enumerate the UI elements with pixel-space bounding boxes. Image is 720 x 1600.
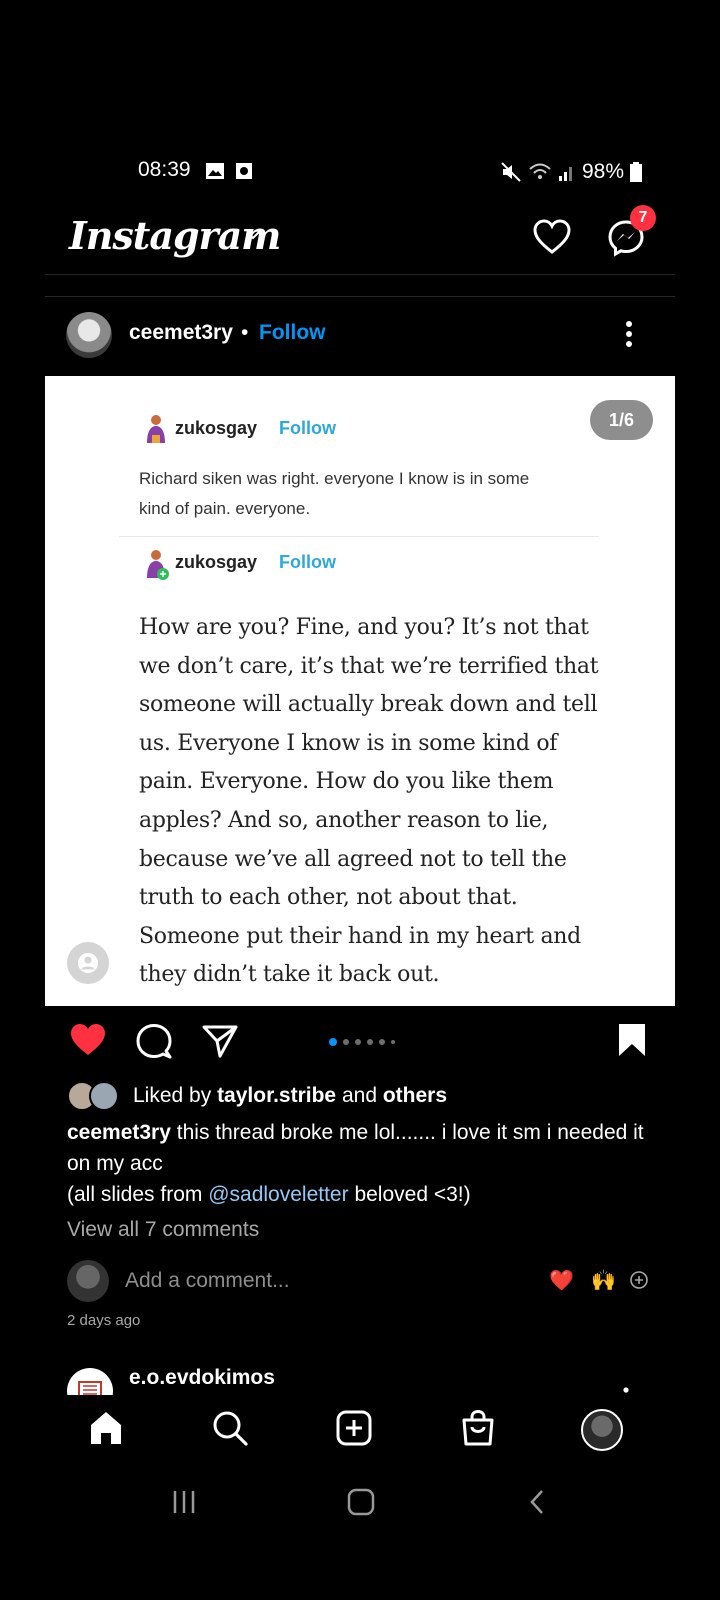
signal-icon [558, 167, 572, 181]
avatar [67, 1260, 109, 1302]
share-icon[interactable] [201, 1022, 239, 1060]
caption-mention[interactable]: @sadloveletter [208, 1183, 348, 1206]
gallery-icon [206, 163, 224, 179]
add-emoji-icon[interactable] [629, 1270, 649, 1290]
post-header: ceemet3ry • Follow [45, 296, 675, 371]
add-comment-input[interactable]: Add a comment... [125, 1269, 290, 1293]
carousel-dots [329, 1038, 395, 1046]
likes-row[interactable]: Liked by taylor.stribe and others [67, 1080, 447, 1112]
follow-button[interactable]: Follow [259, 321, 326, 345]
app-header: Instagram 7 [45, 205, 675, 275]
quote-text: How are you? Fine, and you? It’s not tha… [139, 615, 599, 988]
likes-prefix: Liked by [133, 1084, 212, 1107]
chevron-down-icon[interactable] [245, 229, 261, 241]
post-timestamp: 2 days ago [67, 1312, 141, 1329]
battery-icon [630, 162, 642, 182]
divider [119, 536, 599, 537]
caption-text-line2-suffix: beloved <3!) [354, 1183, 471, 1206]
home-icon[interactable] [87, 1409, 125, 1447]
back-icon[interactable] [526, 1487, 548, 1517]
recent-apps-icon[interactable] [170, 1487, 198, 1517]
tumblr-avatar-icon [147, 415, 165, 443]
carousel-dot [379, 1039, 385, 1045]
like-filled-icon[interactable] [69, 1022, 107, 1058]
avatar [89, 1081, 119, 1111]
tumblr-follow-label: Follow [279, 418, 336, 438]
action-bar [45, 1006, 675, 1076]
create-post-icon[interactable] [335, 1409, 373, 1447]
wifi-icon [529, 163, 551, 179]
likes-conjunction: and [341, 1084, 378, 1107]
tumblr-username: zukosgay [175, 418, 258, 438]
more-options-icon[interactable] [621, 319, 637, 349]
liker-avatars [67, 1081, 123, 1111]
search-icon[interactable] [211, 1409, 249, 1447]
status-time: 08:39 [138, 158, 191, 181]
avatar[interactable] [66, 312, 112, 358]
system-nav-bar [0, 1475, 720, 1535]
messages-badge: 7 [630, 205, 656, 231]
status-bar: 08:39 98% [0, 158, 720, 188]
bookmark-filled-icon[interactable] [617, 1022, 647, 1058]
user-icon [78, 953, 98, 973]
status-right: 98% [500, 160, 642, 184]
post-image[interactable]: 1/6 zukosgay Follow Richard siken was ri… [45, 376, 675, 1006]
likes-others[interactable]: others [383, 1084, 447, 1108]
tumblr-avatar-reblog-icon [147, 550, 169, 580]
view-all-comments-link[interactable]: View all 7 comments [67, 1218, 259, 1242]
caption-text-line2-prefix: (all slides from [67, 1183, 203, 1206]
next-post-username[interactable]: e.o.evdokimos [129, 1366, 275, 1390]
bottom-nav [45, 1395, 675, 1465]
add-comment-row: Add a comment... ❤️ 🙌 [67, 1258, 667, 1304]
heart-icon[interactable] [533, 219, 571, 255]
separator-dot: • [241, 321, 249, 344]
notification-icons [205, 162, 253, 180]
tumblr-post-text: Richard siken was right. everyone I know… [139, 469, 530, 518]
carousel-dot [355, 1039, 361, 1045]
slide-counter: 1/6 [590, 400, 653, 440]
mute-icon [501, 162, 521, 182]
caption-username[interactable]: ceemet3ry [67, 1121, 171, 1144]
screenshot-icon [236, 163, 252, 179]
carousel-dot [367, 1039, 373, 1045]
carousel-dot-active [329, 1038, 337, 1046]
carousel-dot [343, 1039, 349, 1045]
comment-icon[interactable] [135, 1022, 173, 1060]
liker-username[interactable]: taylor.stribe [217, 1084, 336, 1108]
tumblr-follow-label-2: Follow [279, 552, 336, 572]
battery-percent: 98% [581, 160, 624, 183]
home-button-icon[interactable] [346, 1487, 376, 1517]
raised-hands-emoji-button[interactable]: 🙌 [591, 1268, 616, 1293]
post-username[interactable]: ceemet3ry [129, 321, 233, 345]
tag-people-button[interactable] [67, 942, 109, 984]
heart-emoji-button[interactable]: ❤️ [549, 1268, 574, 1293]
caption: ceemet3ry this thread broke me lol......… [67, 1117, 667, 1210]
carousel-dot [391, 1040, 395, 1044]
shop-icon[interactable] [459, 1409, 497, 1447]
tumblr-username-2: zukosgay [175, 552, 258, 572]
profile-avatar[interactable] [581, 1409, 623, 1451]
